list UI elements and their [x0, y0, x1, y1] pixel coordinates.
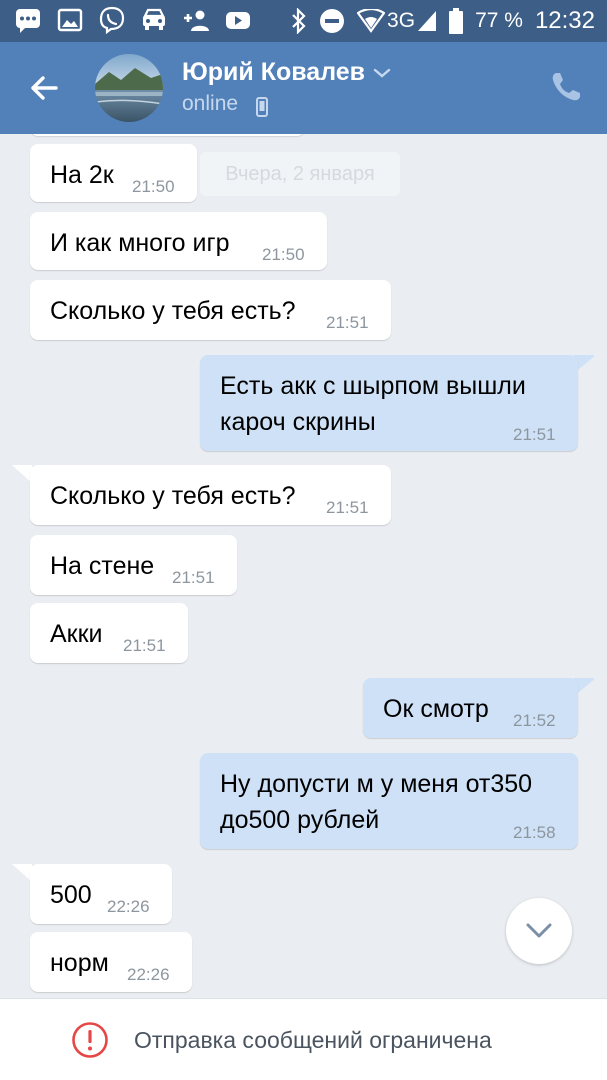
- message-time: 21:51: [172, 568, 215, 587]
- message-text: Акки: [50, 620, 103, 648]
- network-type: 3G: [387, 9, 416, 32]
- message-text-line: до500 рублей: [220, 806, 380, 834]
- message-text-line: Есть акк с шырпом вышли: [220, 372, 526, 400]
- message-time: 21:51: [326, 498, 369, 517]
- message-list[interactable]: Вчера, 2 января На 2к 21:50 И как много …: [0, 134, 607, 998]
- message-time: 21:51: [123, 636, 166, 655]
- message-time: 22:26: [127, 965, 170, 984]
- avatar[interactable]: [95, 54, 163, 122]
- message-time: 21:51: [326, 313, 369, 332]
- wifi-icon: [357, 9, 386, 33]
- message-text: Ок смотр: [383, 695, 489, 723]
- phone-icon[interactable]: [549, 70, 583, 104]
- message-bubble-outgoing[interactable]: Ну допусти м у меня от350 до500 рублей 2…: [200, 753, 578, 849]
- message-text-line: Ну допусти м у меня от350: [220, 770, 533, 798]
- chat-bubble-icon: [16, 9, 40, 33]
- message-time: 21:50: [262, 245, 305, 264]
- message-bubble-incoming[interactable]: На стене 21:51: [30, 535, 237, 595]
- message-time: 21:51: [513, 425, 556, 444]
- youtube-icon: [226, 12, 250, 29]
- add-user-icon: [184, 10, 209, 31]
- chat-header: Юрий Ковалев online: [0, 42, 607, 134]
- message-bubble-incoming[interactable]: норм 22:26: [30, 932, 192, 992]
- message-bubble-incoming[interactable]: На 2к 21:50: [30, 144, 197, 202]
- message-bubble-outgoing[interactable]: Есть акк с шырпом вышли кароч скрины 21:…: [200, 355, 578, 451]
- scroll-down-button[interactable]: [506, 898, 572, 964]
- mobile-icon: [256, 97, 268, 117]
- message-bubble-incoming[interactable]: Сколько у тебя есть? 21:51: [30, 280, 391, 340]
- message-text: 500: [50, 881, 92, 909]
- do-not-disturb-icon: [320, 9, 345, 33]
- date-separator: Вчера, 2 января: [200, 152, 400, 196]
- status-bar: 3G 77 % 12:32: [0, 0, 607, 42]
- image-icon: [57, 8, 83, 32]
- battery-level: 77 %: [475, 9, 523, 32]
- message-bubble-incoming[interactable]: Сколько у тебя есть? 21:51: [30, 465, 391, 525]
- warning-icon: [72, 1022, 108, 1058]
- message-text: Сколько у тебя есть?: [50, 297, 296, 325]
- viber-icon: [99, 6, 125, 34]
- message-text: И как много игр: [50, 229, 230, 257]
- chevron-down-icon: [526, 923, 552, 938]
- message-text: На стене: [50, 552, 155, 580]
- message-bubble-partial: [30, 134, 305, 136]
- message-text: норм: [50, 949, 109, 977]
- bubble-tail: [12, 864, 32, 882]
- car-icon: [143, 8, 165, 30]
- battery-icon: [449, 8, 464, 34]
- back-arrow-icon[interactable]: [26, 70, 62, 106]
- restriction-bar: Отправка сообщений ограничена: [0, 998, 607, 1080]
- restriction-message: Отправка сообщений ограничена: [134, 1027, 492, 1053]
- message-time: 22:26: [107, 897, 150, 916]
- signal-icon: [418, 11, 437, 31]
- chevron-down-icon[interactable]: [372, 66, 392, 80]
- bubble-tail: [12, 465, 32, 483]
- message-bubble-incoming[interactable]: И как много игр 21:50: [30, 212, 327, 270]
- message-text-line: кароч скрины: [220, 408, 376, 436]
- bluetooth-icon: [292, 8, 306, 34]
- message-bubble-incoming[interactable]: Акки 21:51: [30, 603, 188, 663]
- message-text: Сколько у тебя есть?: [50, 482, 296, 510]
- message-time: 21:50: [132, 177, 175, 196]
- message-text: На 2к: [50, 161, 114, 189]
- message-bubble-incoming[interactable]: 500 22:26: [30, 864, 172, 924]
- message-bubble-outgoing[interactable]: Ок смотр 21:52: [363, 678, 578, 738]
- message-time: 21:58: [513, 823, 556, 842]
- clock: 12:32: [534, 7, 595, 34]
- presence-status: online: [182, 92, 239, 115]
- message-time: 21:52: [513, 711, 556, 730]
- contact-name[interactable]: Юрий Ковалев: [182, 58, 365, 87]
